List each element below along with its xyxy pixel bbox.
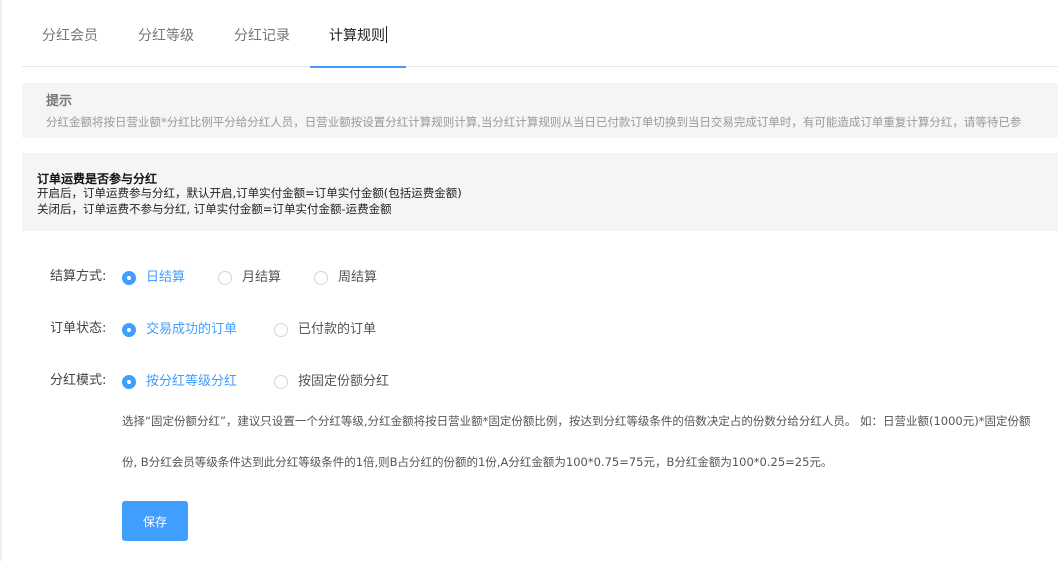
- tab-calculation-rules[interactable]: 计算规则: [310, 0, 406, 68]
- fee-notice-line-off: 关闭后，订单运费不参与分红, 订单实付金额=订单实付金额-运费金额: [37, 202, 392, 216]
- radio-label: 按固定份额分红: [298, 374, 390, 389]
- tab-dividend-levels[interactable]: 分红等级: [138, 0, 194, 67]
- text-caret: [386, 26, 387, 43]
- tip-panel: 提示 分红金额将按日营业额*分红比例平分给分红人员，日营业额按设置分红计算规则计…: [22, 83, 1058, 138]
- tab-label: 分红等级: [138, 28, 194, 44]
- fee-notice-line-on: 开启后，订单运费参与分红，默认开启,订单实付金额=订单实付金额(包括运费金额): [37, 186, 462, 200]
- radio-checked-icon: [122, 375, 136, 389]
- tab-label: 分红记录: [234, 28, 290, 44]
- tab-dividend-members[interactable]: 分红会员: [42, 0, 98, 67]
- settlement-row: 结算方式: 日结算 月结算 周结算: [0, 267, 1058, 291]
- tab-dividend-records[interactable]: 分红记录: [234, 0, 290, 67]
- dividend-mode-row: 分红模式: 按分红等级分红 按固定份额分红: [0, 371, 1058, 395]
- radio-checked-icon: [122, 271, 136, 285]
- radio-label: 月结算: [242, 270, 282, 285]
- radio-unchecked-icon: [218, 271, 232, 285]
- radio-checked-icon: [122, 323, 136, 337]
- radio-unchecked-icon: [274, 375, 288, 389]
- radio-label: 已付款的订单: [298, 322, 377, 337]
- radio-label: 周结算: [338, 270, 378, 285]
- radio-label: 交易成功的订单: [146, 322, 238, 337]
- tip-text: 分红金额将按日营业额*分红比例平分给分红人员，日营业额按设置分红计算规则计算,当…: [46, 115, 1022, 129]
- dividend-mode-description-line1: 选择“固定份额分红”，建议只设置一个分红等级,分红金额将按日营业额*固定份额比例…: [122, 414, 1031, 428]
- dividend-mode-label: 分红模式:: [50, 373, 107, 388]
- tab-label: 计算规则: [329, 28, 385, 44]
- order-status-label: 订单状态:: [50, 321, 107, 336]
- tab-label: 分红会员: [42, 28, 98, 44]
- radio-unchecked-icon: [314, 271, 328, 285]
- radio-label: 按分红等级分红: [146, 374, 238, 389]
- order-status-row: 订单状态: 交易成功的订单 已付款的订单: [0, 319, 1058, 343]
- dividend-mode-description-line2: 份, B分红会员等级条件达到此分红等级条件的1倍,则B占分红的份额的1份,A分红…: [122, 455, 833, 469]
- active-tab-underline: [310, 66, 406, 68]
- settlement-label: 结算方式:: [50, 269, 107, 284]
- tab-bar: 分红会员 分红等级 分红记录 计算规则: [22, 0, 1058, 68]
- tip-title: 提示: [46, 94, 73, 109]
- radio-unchecked-icon: [274, 323, 288, 337]
- shipping-fee-notice: 订单运费是否参与分红 开启后，订单运费参与分红，默认开启,订单实付金额=订单实付…: [22, 153, 1058, 231]
- radio-label: 日结算: [146, 270, 186, 285]
- save-button[interactable]: 保存: [122, 501, 188, 541]
